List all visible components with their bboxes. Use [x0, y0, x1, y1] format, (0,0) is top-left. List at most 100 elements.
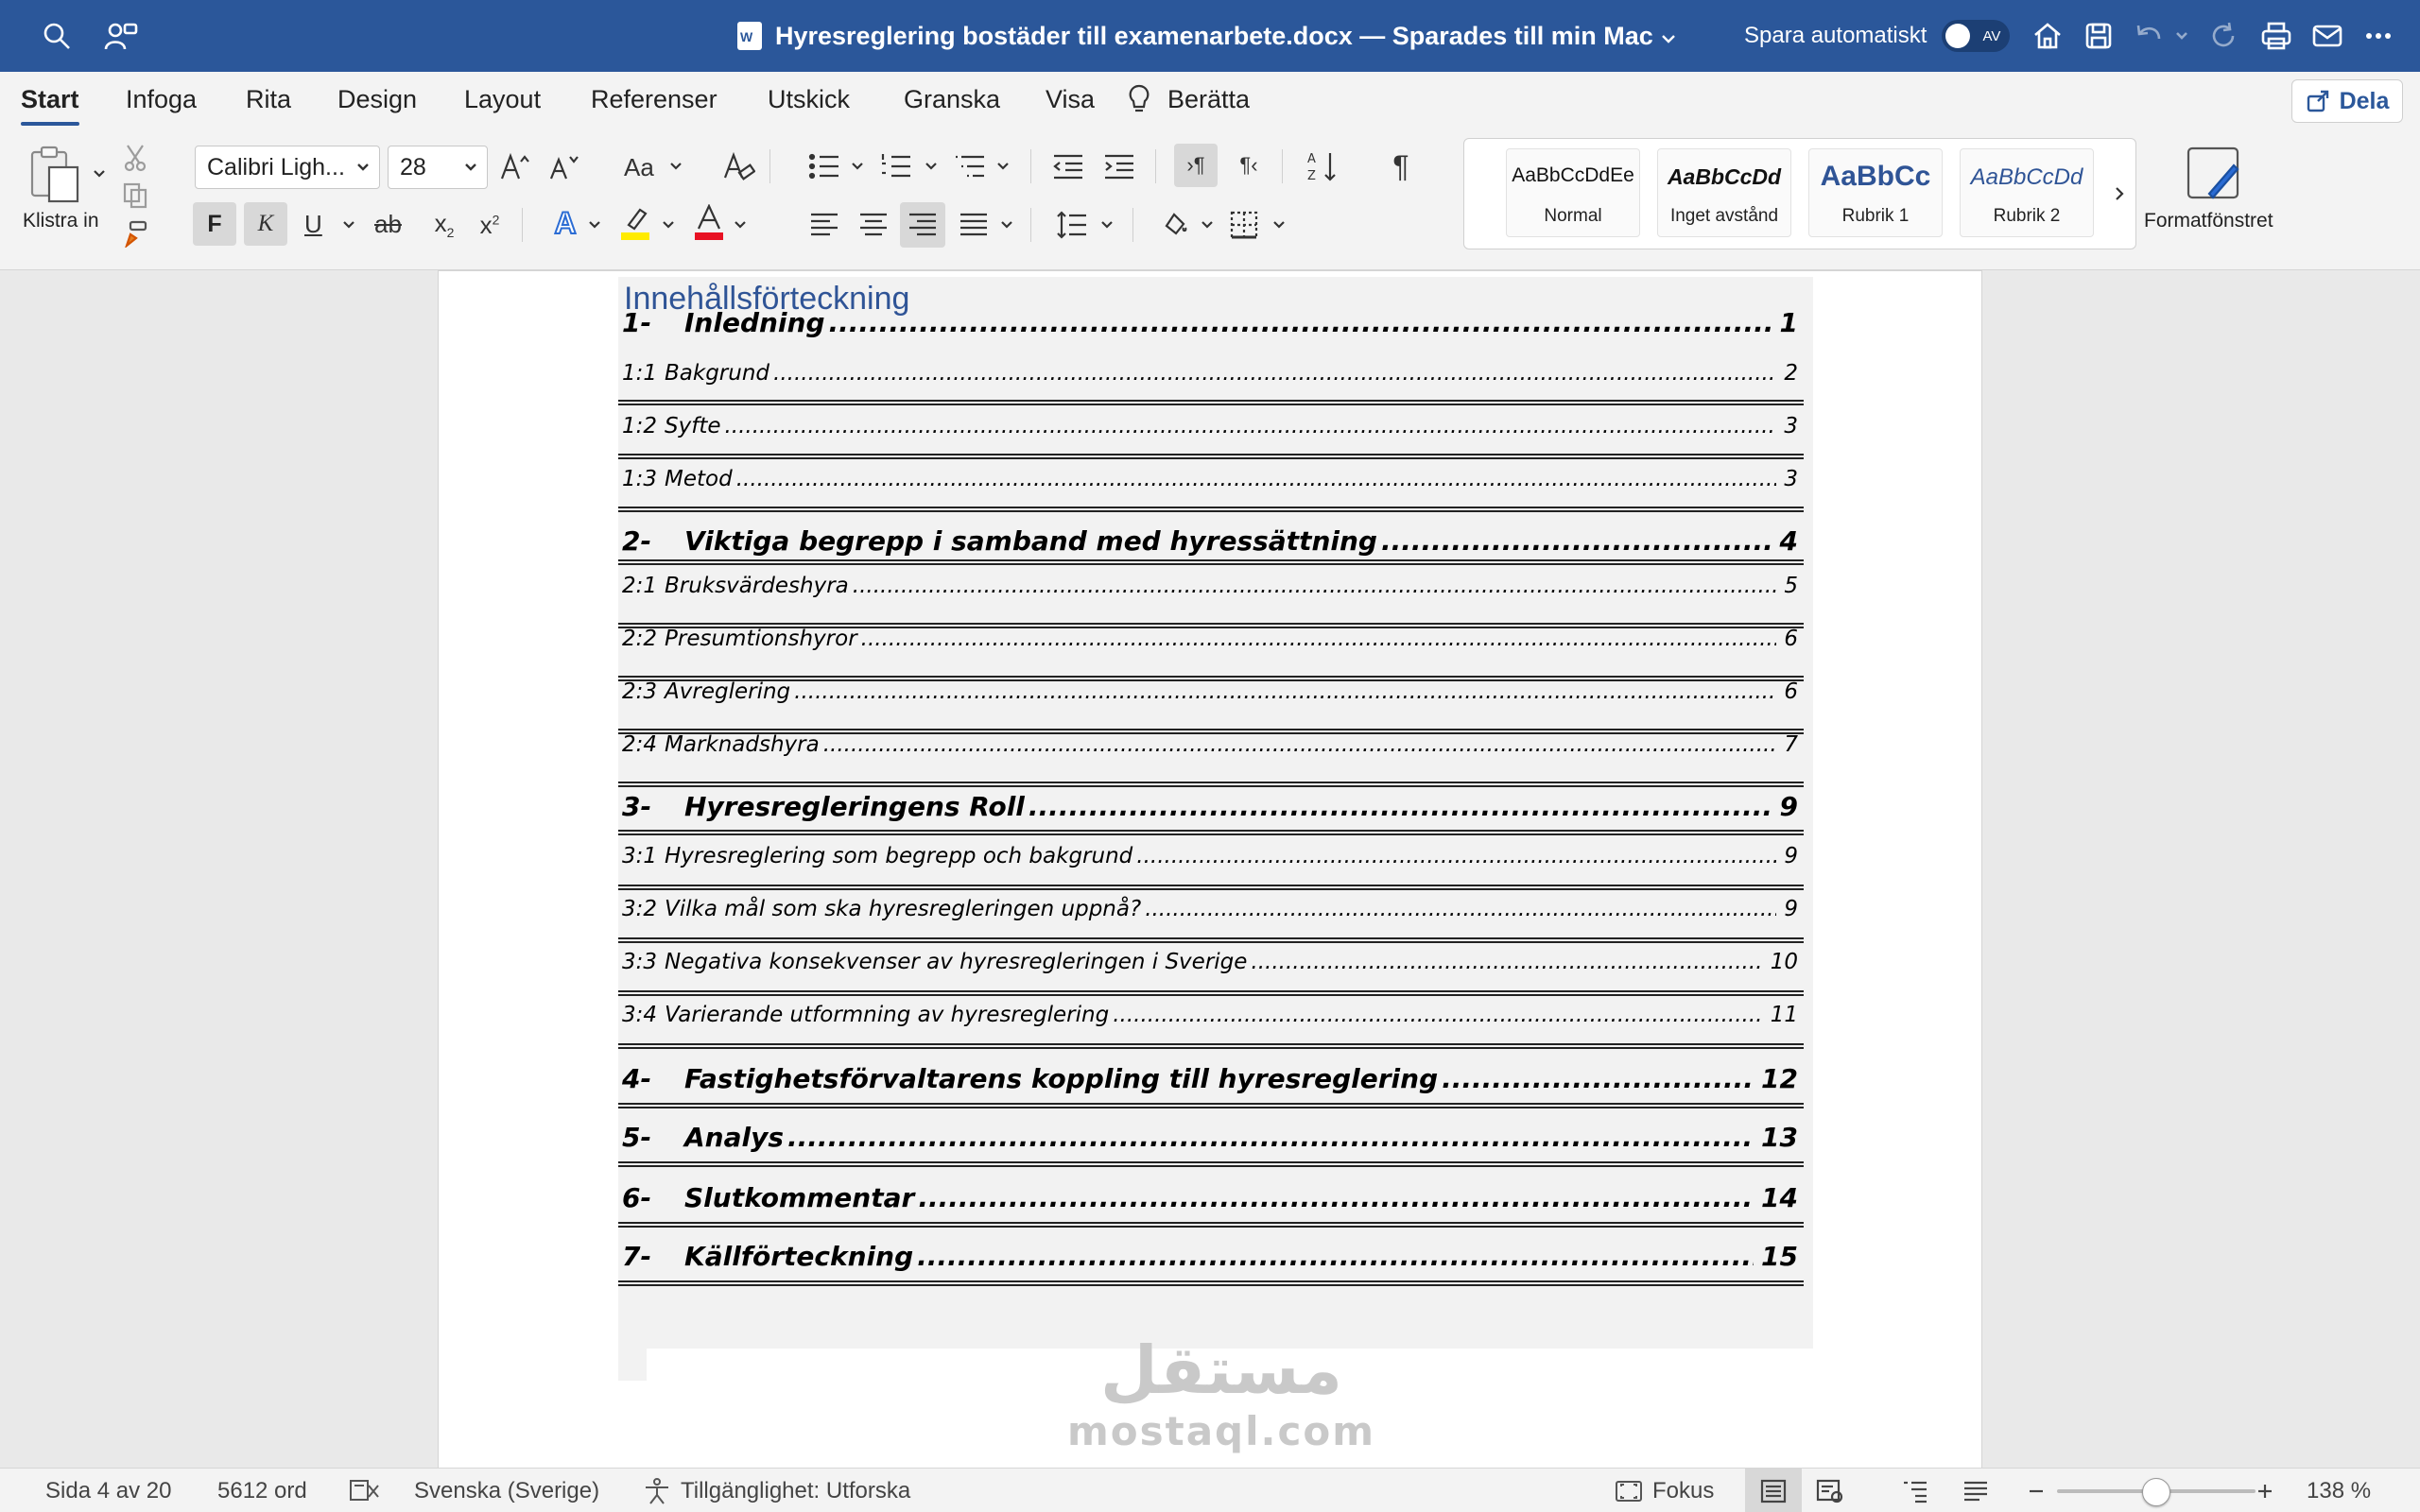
web-layout-view-icon[interactable] [1802, 1469, 1858, 1512]
tab-design[interactable]: Design [337, 85, 417, 114]
toc-entry-section[interactable]: 3:1 Hyresreglering som begrepp och bakgru… [622, 844, 1798, 868]
highlight-chevron-icon[interactable] [660, 214, 677, 236]
decrease-indent-icon[interactable] [1049, 147, 1087, 185]
toc-entry-section[interactable]: 2:1 Bruksvärdeshyra 5 [622, 574, 1798, 598]
multilevel-chevron-icon[interactable] [994, 155, 1011, 178]
font-color-icon[interactable] [690, 202, 728, 244]
toc-entry-chapter[interactable]: 3- Hyresregleringens Roll 9 [622, 791, 1798, 822]
borders-icon[interactable] [1225, 206, 1263, 244]
collaborate-icon[interactable] [100, 0, 142, 72]
sort-icon[interactable]: AZ [1301, 146, 1344, 187]
align-left-icon[interactable] [805, 206, 843, 244]
save-icon[interactable] [2078, 0, 2119, 72]
page-count[interactable]: Sida 4 av 20 [45, 1478, 171, 1504]
document-page[interactable]: Innehållsförteckning 1-Inledning11:1Bakg… [439, 271, 1981, 1468]
lightbulb-icon[interactable] [1127, 83, 1151, 122]
toc-entry-section[interactable]: 3:3 Negativa konsekvenser av hyresregleri… [622, 950, 1798, 974]
paste-chevron-icon[interactable] [91, 164, 108, 183]
toc-entry-chapter[interactable]: 1- Inledning 1 [622, 307, 1798, 338]
subscript-icon[interactable]: x2 [427, 206, 461, 244]
toc-entry-section[interactable]: 3:2 Vilka mål som ska hyresregleringen up… [622, 897, 1798, 921]
highlight-icon[interactable] [616, 202, 654, 244]
tab-referenser[interactable]: Referenser [591, 85, 717, 114]
share-button[interactable]: Dela [2291, 79, 2403, 123]
toc-entry-section[interactable]: 1:3 Metod 3 [622, 467, 1798, 491]
home-icon[interactable] [2027, 0, 2068, 72]
zoom-slider-thumb[interactable] [2142, 1478, 2170, 1506]
toc-entry-chapter[interactable]: 2- Viktiga begrepp i samband med hyressät… [622, 525, 1798, 557]
styles-next-icon[interactable] [2109, 180, 2130, 207]
styles-pane-label[interactable]: Formatfönstret [2144, 210, 2273, 232]
numbering-chevron-icon[interactable] [923, 155, 940, 178]
text-effects-chevron-icon[interactable] [586, 214, 603, 236]
line-spacing-icon[interactable] [1053, 206, 1091, 244]
toc-entry-chapter[interactable]: 6- Slutkommentar 14 [622, 1182, 1798, 1213]
toc-entry-section[interactable]: 3:4 Varierande utformning av hyresregleri… [622, 1003, 1798, 1027]
undo-menu-chevron-icon[interactable] [2170, 0, 2193, 72]
tell-me[interactable]: Berätta [1167, 85, 1250, 114]
style-heading-1[interactable]: AaBbCc Rubrik 1 [1808, 148, 1943, 237]
toc-entry-section[interactable]: 2:2 Presumtionshyror 6 [622, 627, 1798, 651]
bullets-icon[interactable] [805, 147, 843, 185]
style-no-spacing[interactable]: AaBbCcDd Inget avstånd [1657, 148, 1791, 237]
shading-icon[interactable] [1155, 204, 1193, 242]
styles-pane-icon[interactable] [2184, 144, 2244, 204]
underline-button[interactable]: U [304, 210, 322, 239]
clear-formatting-icon[interactable] [722, 149, 756, 183]
word-count[interactable]: 5612 ord [217, 1478, 307, 1504]
tab-infoga[interactable]: Infoga [126, 85, 197, 114]
draft-view-icon[interactable] [1947, 1469, 2004, 1512]
cut-icon[interactable] [119, 142, 151, 174]
more-icon[interactable] [2358, 0, 2399, 72]
toc-entry-chapter[interactable]: 4- Fastighetsförvaltarens koppling till h… [622, 1063, 1798, 1094]
toc-entry-chapter[interactable]: 7- Källförteckning 15 [622, 1241, 1798, 1272]
shading-chevron-icon[interactable] [1199, 214, 1216, 236]
toc-entry-section[interactable]: 1:2 Syfte 3 [622, 414, 1798, 438]
search-icon[interactable] [36, 0, 78, 72]
mail-icon[interactable] [2307, 0, 2348, 72]
numbering-icon[interactable] [877, 147, 915, 185]
tab-start[interactable]: Start [21, 85, 79, 126]
autosave-toggle[interactable]: AV [1942, 20, 2011, 52]
zoom-level[interactable]: 138 % [2307, 1478, 2371, 1504]
tab-granska[interactable]: Granska [904, 85, 1000, 114]
undo-icon[interactable] [2129, 0, 2170, 72]
justify-icon[interactable] [955, 206, 993, 244]
outline-view-icon[interactable] [1887, 1469, 1944, 1512]
paste-label[interactable]: Klistra in [23, 210, 99, 232]
redo-icon[interactable] [2203, 0, 2244, 72]
focus-mode[interactable]: Fokus [1615, 1478, 1714, 1504]
style-heading-2[interactable]: AaBbCcDd Rubrik 2 [1960, 148, 2094, 237]
italic-button[interactable]: K [244, 202, 287, 246]
show-formatting-marks-icon[interactable]: ¶ [1382, 146, 1420, 187]
print-icon[interactable] [2256, 0, 2297, 72]
autosave[interactable]: Spara automatiskt AV [1744, 0, 2011, 72]
align-center-icon[interactable] [855, 206, 892, 244]
increase-indent-icon[interactable] [1100, 147, 1138, 185]
tab-rita[interactable]: Rita [246, 85, 291, 114]
grow-font-icon[interactable] [499, 149, 533, 183]
zoom-in-icon[interactable] [2237, 1469, 2293, 1512]
align-right-icon[interactable] [900, 202, 945, 248]
font-size-select[interactable]: 28 [388, 146, 488, 189]
strikethrough-button[interactable]: ab [374, 210, 402, 239]
change-case-button[interactable]: Aa [624, 153, 654, 182]
toc-entry-chapter[interactable]: 5- Analys 13 [622, 1122, 1798, 1153]
copy-icon[interactable] [119, 180, 151, 212]
accessibility[interactable]: Tillgänglighet: Utforska [643, 1478, 910, 1504]
bold-button[interactable]: F [193, 202, 236, 246]
print-layout-view-icon[interactable] [1745, 1469, 1802, 1512]
document-title[interactable]: Hyresreglering bostäder till examenarbet… [737, 0, 1676, 72]
bullets-chevron-icon[interactable] [849, 155, 866, 178]
toc-entry-section[interactable]: 2:3 Avreglering 6 [622, 679, 1798, 704]
ltr-paragraph-icon[interactable]: ›¶ [1174, 144, 1218, 187]
font-color-chevron-icon[interactable] [732, 214, 749, 236]
rtl-paragraph-icon[interactable]: ¶‹ [1227, 144, 1270, 187]
zoom-out-icon[interactable] [2008, 1469, 2065, 1512]
justify-chevron-icon[interactable] [998, 214, 1015, 236]
tab-visa[interactable]: Visa [1046, 85, 1095, 114]
style-normal[interactable]: AaBbCcDdEe Normal [1506, 148, 1640, 237]
language[interactable]: Svenska (Sverige) [414, 1478, 599, 1504]
text-effects-icon[interactable]: A [546, 204, 584, 242]
toc-entry-section[interactable]: 1:1 Bakgrund 2 [622, 361, 1798, 386]
